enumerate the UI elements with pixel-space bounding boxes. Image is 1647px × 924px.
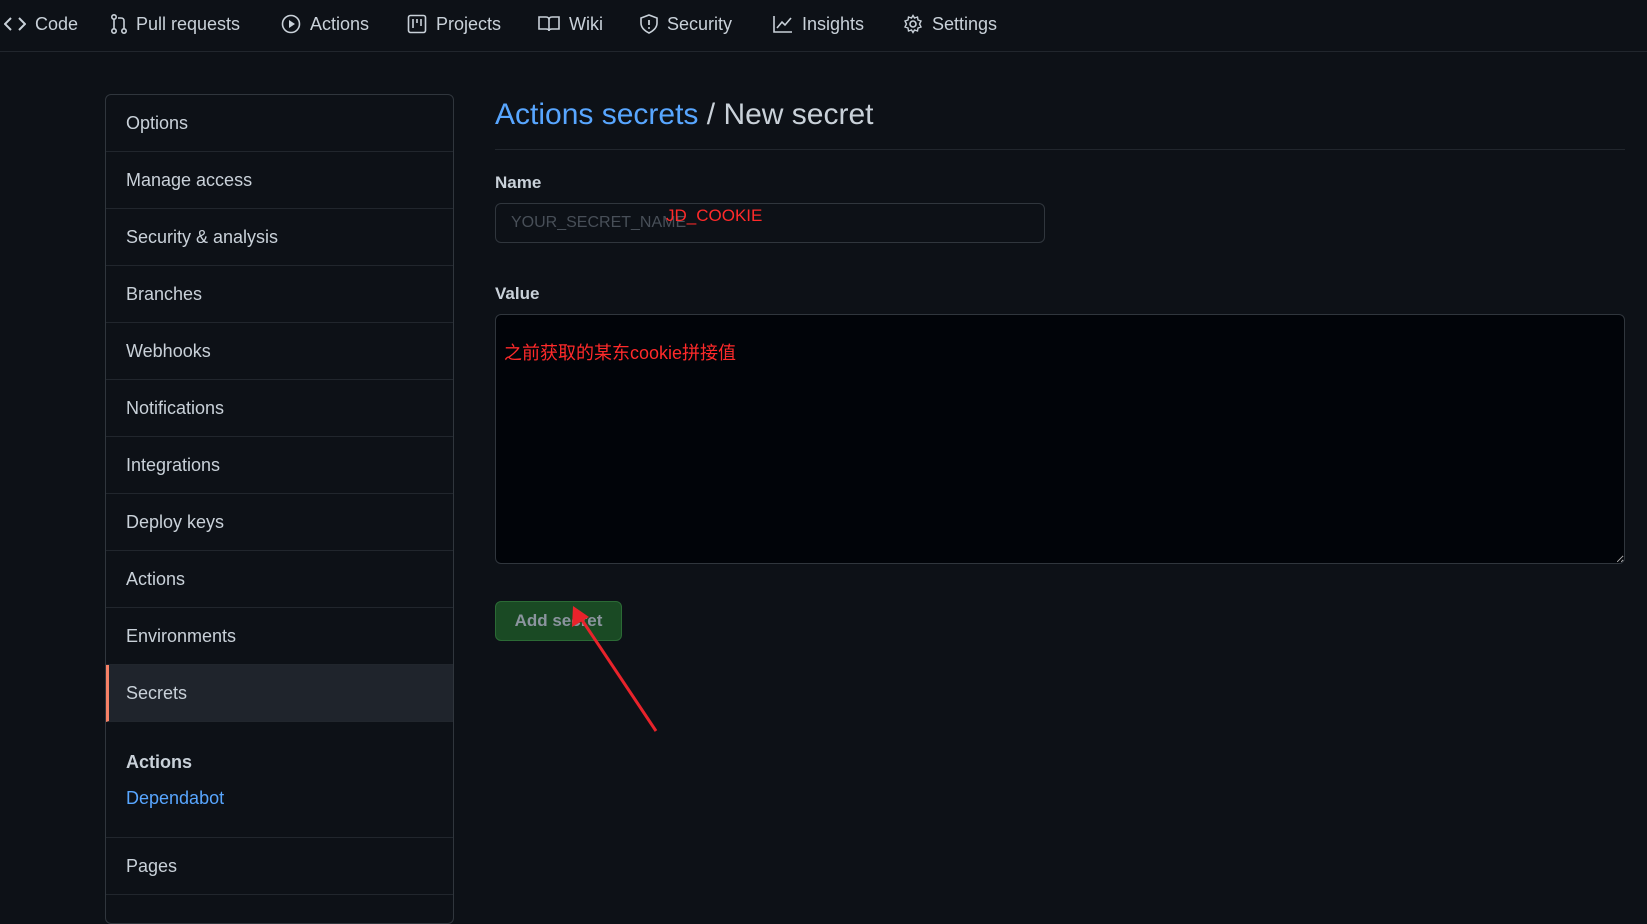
sidebar-item-deploy-keys[interactable]: Deploy keys (106, 494, 453, 551)
secret-value-textarea[interactable]: 之前获取的某东cookie拼接值 (495, 314, 1625, 564)
tab-actions[interactable]: Actions (281, 12, 369, 36)
sidebar-link-dependabot[interactable]: Dependabot (126, 788, 224, 809)
repo-nav: Code Pull requests Actions Projects Wiki… (0, 0, 1647, 52)
name-annotation: JD_COOKIE (666, 206, 763, 225)
sidebar-item-actions[interactable]: Actions (106, 551, 453, 608)
breadcrumb-current: New secret (723, 98, 874, 131)
sidebar-item-webhooks[interactable]: Webhooks (106, 323, 453, 380)
sidebar-item-pages[interactable]: Pages (106, 838, 453, 895)
tab-code-label: Code (35, 13, 79, 34)
tab-settings-label: Settings (932, 13, 998, 34)
graph-icon (773, 16, 792, 33)
tab-wiki[interactable]: Wiki (538, 12, 603, 36)
value-label: Value (495, 284, 540, 303)
sidebar-item-manage-access[interactable]: Manage access (106, 152, 453, 209)
add-secret-button[interactable]: Add secret (495, 601, 622, 641)
sidebar-item-notifications[interactable]: Notifications (106, 380, 453, 437)
tab-insights[interactable]: Insights (773, 12, 864, 36)
secret-name-input[interactable] (495, 203, 1045, 243)
sidebar-item-branches[interactable]: Branches (106, 266, 453, 323)
tab-security[interactable]: Security (640, 12, 732, 36)
sidebar-item-secrets[interactable]: Secrets (106, 665, 453, 722)
page-title: Actions secrets / New secret (495, 98, 873, 132)
gear-icon (904, 14, 922, 34)
play-icon (281, 14, 301, 34)
code-icon (4, 17, 26, 31)
name-label: Name (495, 173, 542, 192)
breadcrumb-actions-secrets[interactable]: Actions secrets (495, 98, 698, 131)
tab-code[interactable]: Code (4, 12, 78, 36)
tab-pull-requests[interactable]: Pull requests (111, 12, 240, 36)
shield-icon (640, 14, 658, 34)
tab-actions-label: Actions (310, 13, 370, 34)
tab-pull-requests-label: Pull requests (136, 13, 241, 34)
sidebar-item-security-analysis[interactable]: Security & analysis (106, 209, 453, 266)
git-pull-request-icon (111, 14, 127, 34)
title-divider (495, 149, 1625, 150)
sidebar-item-environments[interactable]: Environments (106, 608, 453, 665)
project-icon (407, 14, 427, 34)
tab-security-label: Security (667, 13, 733, 34)
tab-projects[interactable]: Projects (407, 12, 501, 36)
sidebar-item-options[interactable]: Options (106, 95, 453, 152)
tab-settings[interactable]: Settings (903, 12, 997, 36)
book-icon (538, 16, 560, 32)
tab-insights-label: Insights (802, 13, 865, 34)
sidebar-section-title: Actions (126, 752, 193, 772)
settings-sidebar: Options Manage access Security & analysi… (105, 94, 454, 924)
tab-wiki-label: Wiki (569, 13, 603, 34)
tab-projects-label: Projects (436, 13, 502, 34)
breadcrumb-separator: / (698, 98, 724, 131)
sidebar-item-integrations[interactable]: Integrations (106, 437, 453, 494)
